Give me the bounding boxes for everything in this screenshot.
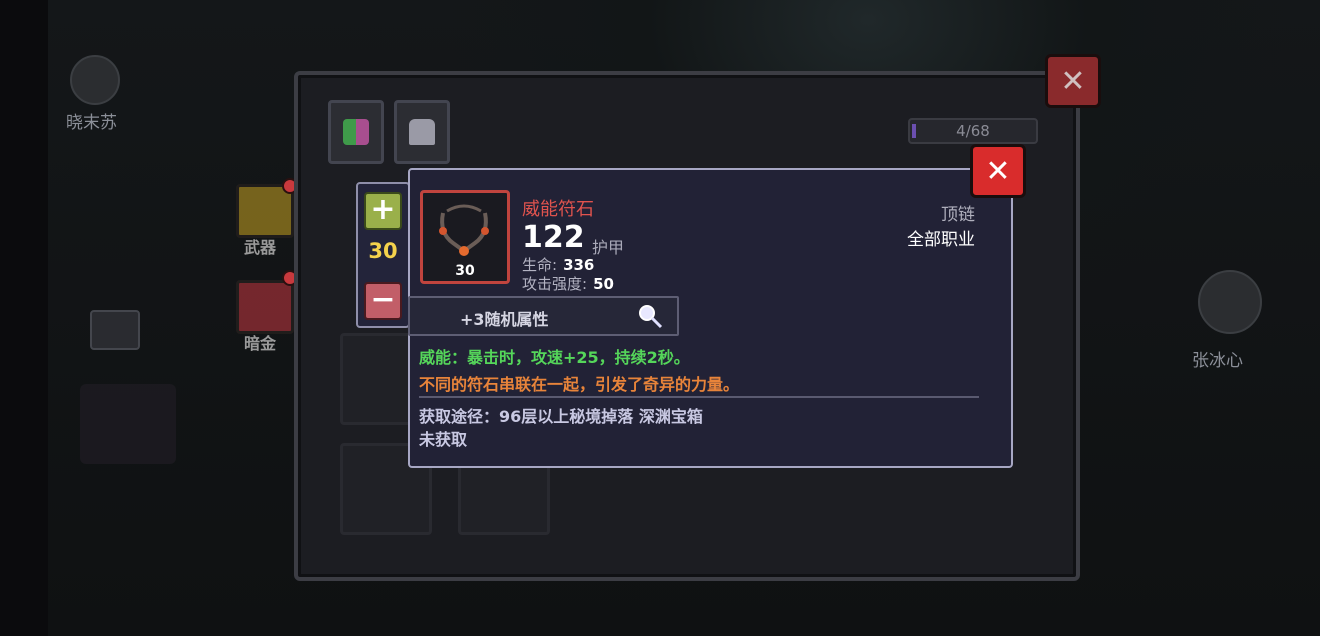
tab-gems[interactable] bbox=[328, 100, 384, 164]
stat-value: 50 bbox=[593, 275, 614, 293]
inventory-fill-bar bbox=[912, 124, 916, 138]
quantity-value: 30 bbox=[368, 239, 398, 263]
stat-row: 攻击强度: 50 bbox=[522, 273, 614, 294]
panel-close-button[interactable]: ✕ bbox=[1045, 54, 1101, 108]
stat-row: 生命: 336 bbox=[522, 254, 594, 275]
pet-icon bbox=[409, 119, 435, 145]
random-attribute-label: +3随机属性 bbox=[460, 310, 549, 329]
random-attribute-box[interactable]: +3随机属性 bbox=[408, 296, 679, 336]
quantity-minus-button[interactable]: − bbox=[364, 282, 402, 320]
dark-gold-button[interactable] bbox=[236, 280, 294, 334]
item-name: 威能符石 bbox=[522, 199, 594, 220]
magnifier-icon[interactable] bbox=[636, 302, 666, 330]
quantity-stepper: + 30 − bbox=[356, 182, 410, 328]
close-icon: ✕ bbox=[985, 153, 1011, 189]
npc-avatar-xiaomosu[interactable] bbox=[70, 55, 120, 105]
item-flavor-text: 不同的符石串联在一起，引发了奇异的力量。 bbox=[419, 375, 740, 394]
npc-name-zhangbingxin: 张冰心 bbox=[1192, 351, 1243, 371]
stat-value: 336 bbox=[563, 256, 595, 274]
inventory-counter: 4/68 bbox=[908, 118, 1038, 144]
item-level: 30 bbox=[455, 263, 475, 279]
gem-grid-icon bbox=[343, 119, 369, 145]
item-source: 获取途径：96层以上秘境掉落 深渊宝箱 bbox=[419, 407, 703, 426]
weapon-button-label: 武器 bbox=[244, 238, 277, 257]
item-effect-text: 威能：暴击时，攻速+25，持续2秒。 bbox=[419, 348, 690, 367]
necklace-icon bbox=[439, 204, 489, 256]
inventory-counter-text: 4/68 bbox=[956, 122, 990, 140]
tab-pets[interactable] bbox=[394, 100, 450, 164]
item-main-value: 122 bbox=[522, 220, 585, 255]
tooltip-close-button[interactable]: ✕ bbox=[970, 144, 1026, 198]
player-character-sprite bbox=[80, 384, 176, 464]
item-tooltip: 30 威能符石 122 护甲 生命: 336 攻击强度: 50 顶链 全部职业 +3… bbox=[408, 168, 1013, 468]
stat-label: 生命: bbox=[522, 256, 558, 274]
tooltip-divider bbox=[419, 396, 979, 398]
quantity-plus-button[interactable]: + bbox=[364, 192, 402, 230]
dark-gold-button-label: 暗金 bbox=[244, 334, 277, 353]
item-status: 未获取 bbox=[419, 430, 468, 449]
item-icon-frame: 30 bbox=[420, 190, 510, 284]
npc-name-xiaomosu: 晓末苏 bbox=[66, 113, 117, 133]
close-icon: ✕ bbox=[1060, 63, 1086, 99]
item-slot-type: 顶链 bbox=[941, 205, 975, 225]
item-main-value-label: 护甲 bbox=[592, 238, 625, 257]
stat-label: 攻击强度: bbox=[522, 275, 588, 293]
item-class-restriction: 全部职业 bbox=[907, 230, 975, 250]
npc-avatar-zhangbingxin[interactable] bbox=[1198, 270, 1262, 334]
chat-bubble-icon[interactable] bbox=[90, 310, 140, 350]
